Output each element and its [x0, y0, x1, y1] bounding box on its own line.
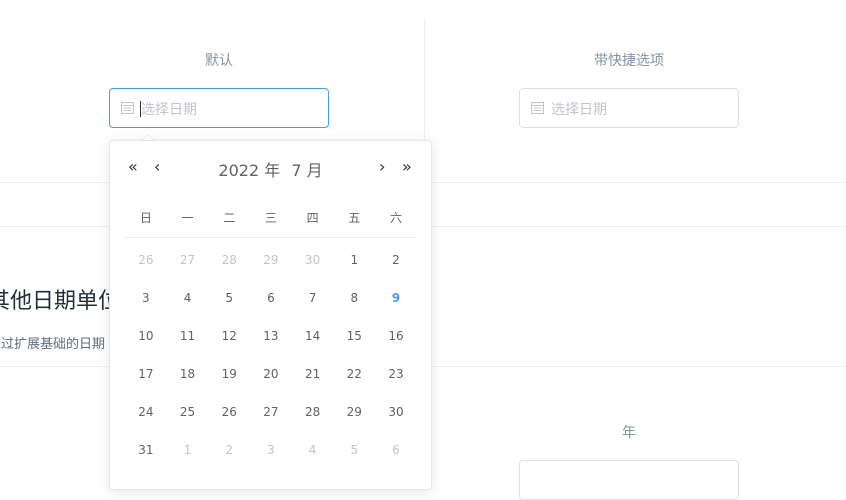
day-cell[interactable]: 28 [208, 253, 250, 267]
next-year-button[interactable]: » [402, 157, 412, 177]
day-cell[interactable]: 27 [167, 253, 209, 267]
day-cell[interactable]: 30 [292, 253, 334, 267]
weekday-label: 一 [181, 211, 194, 225]
day-cell[interactable]: 29 [333, 405, 375, 419]
popover-arrow-fill [143, 135, 153, 140]
section-title: 其他日期单位 [0, 289, 121, 314]
day-cell[interactable]: 4 [292, 443, 334, 457]
day-cell[interactable]: 2 [375, 253, 417, 267]
day-grid: 26 27 28 29 30 1 2 3 4 5 6 7 8 9 10 11 12 13 14 15 16 17 18 19 2… [125, 241, 417, 469]
week-row: 3456789 [125, 279, 417, 317]
weekday-header: 日一二三四五六 [125, 209, 417, 226]
weekday-label: 六 [389, 211, 402, 225]
day-cell[interactable]: 23 [375, 367, 417, 381]
week-row: 31 1 2 3 4 5 6 [125, 431, 417, 469]
next-month-button[interactable]: › [379, 157, 385, 177]
weekday-label: 四 [306, 211, 319, 225]
date-input-shortcuts[interactable]: 选择日期 [519, 88, 739, 128]
date-input-year[interactable] [519, 460, 739, 500]
date-input-placeholder: 选择日期 [551, 102, 607, 118]
day-cell[interactable]: 29 [250, 253, 292, 267]
weekday-label: 二 [223, 211, 236, 225]
day-cell[interactable]: 6 [375, 443, 417, 457]
day-cell[interactable]: 12 [208, 329, 250, 343]
day-cell[interactable]: 15 [333, 329, 375, 343]
day-cell[interactable]: 10 [125, 329, 167, 343]
day-cell[interactable]: 11 [167, 329, 209, 343]
calendar-icon [531, 102, 544, 114]
day-cell[interactable]: 26 [125, 253, 167, 267]
day-cell[interactable]: 27 [250, 405, 292, 419]
weekday-label: 日 [139, 211, 152, 225]
date-input-placeholder: 选择日期 [141, 102, 197, 118]
day-cell[interactable]: 28 [292, 405, 334, 419]
date-input-default[interactable]: 选择日期 [109, 88, 329, 128]
day-cell[interactable]: 21 [292, 367, 334, 381]
day-cell[interactable]: 1 [167, 443, 209, 457]
day-cell[interactable]: 5 [208, 291, 250, 305]
day-cell[interactable]: 3 [250, 443, 292, 457]
day-cell[interactable]: 16 [375, 329, 417, 343]
section-description: 通过扩展基础的日期 [0, 337, 106, 352]
week-row: 10 11 12 13 14 15 16 [125, 317, 417, 355]
weekday-label: 五 [348, 211, 361, 225]
day-cell[interactable]: 20 [250, 367, 292, 381]
day-cell[interactable]: 17 [125, 367, 167, 381]
demo-label-year: 年 [622, 425, 636, 441]
day-cell[interactable]: 26 [208, 405, 250, 419]
day-cell[interactable]: 22 [333, 367, 375, 381]
day-cell[interactable]: 18 [167, 367, 209, 381]
day-cell[interactable]: 25 [167, 405, 209, 419]
day-cell-today[interactable]: 9 [375, 291, 417, 305]
day-cell[interactable]: 14 [292, 329, 334, 343]
day-cell[interactable]: 31 [125, 443, 167, 457]
day-cell[interactable]: 13 [250, 329, 292, 343]
weekday-divider [125, 237, 417, 238]
day-cell[interactable]: 6 [250, 291, 292, 305]
picker-year-label[interactable]: 2022 年 [218, 161, 280, 180]
day-cell[interactable]: 19 [208, 367, 250, 381]
day-cell[interactable]: 24 [125, 405, 167, 419]
demo-label-default: 默认 [205, 53, 233, 69]
day-cell[interactable]: 30 [375, 405, 417, 419]
calendar-icon [121, 102, 134, 114]
weekday-label: 三 [264, 211, 277, 225]
demo-label-shortcuts: 带快捷选项 [594, 53, 664, 69]
day-cell[interactable]: 8 [333, 291, 375, 305]
week-row: 24 25 26 27 28 29 30 [125, 393, 417, 431]
day-cell[interactable]: 1 [333, 253, 375, 267]
day-cell[interactable]: 4 [167, 291, 209, 305]
week-row: 17 18 19 20 21 22 23 [125, 355, 417, 393]
picker-month-label[interactable]: 7 月 [291, 161, 322, 180]
day-cell[interactable]: 5 [333, 443, 375, 457]
day-cell[interactable]: 7 [292, 291, 334, 305]
day-cell[interactable]: 2 [208, 443, 250, 457]
week-row: 26 27 28 29 30 1 2 [125, 241, 417, 279]
date-picker-panel: « ‹ 2022 年 7 月 › » 日一二三四五六 26 27 28 29 30 1 2 3… [109, 140, 432, 490]
day-cell[interactable]: 3 [125, 291, 167, 305]
